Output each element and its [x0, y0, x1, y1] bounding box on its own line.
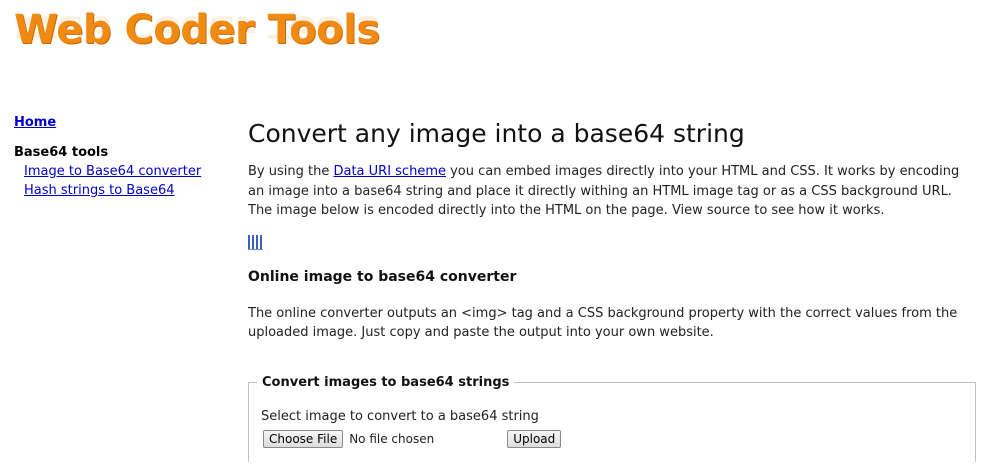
sidebar-section-heading: Base64 tools — [14, 145, 109, 160]
file-select-label: Select image to convert to a base64 stri… — [261, 409, 539, 424]
sidebar-link-hash-strings[interactable]: Hash strings to Base64 — [24, 181, 234, 200]
intro-text-start: By using the — [248, 164, 334, 179]
embedded-sample-image — [248, 232, 978, 250]
page-title: Convert any image into a base64 string — [248, 119, 745, 148]
site-logo: Web Coder Tools Web Coder Tools — [14, 6, 380, 88]
upload-button[interactable]: Upload — [507, 430, 562, 448]
home-link[interactable]: Home — [14, 114, 234, 132]
sidebar-nav: Home Base64 tools Image to Base64 conver… — [14, 114, 234, 200]
logo-text: Web Coder Tools — [14, 7, 380, 53]
intro-paragraph: By using the Data URI scheme you can emb… — [248, 162, 978, 221]
sidebar-link-image-to-base64[interactable]: Image to Base64 converter — [24, 162, 234, 181]
choose-file-button[interactable]: Choose File — [263, 430, 344, 448]
converter-legend: Convert images to base64 strings — [257, 375, 515, 391]
embedded-image-icon — [248, 234, 263, 250]
sidebar-links: Image to Base64 converter Hash strings t… — [14, 162, 234, 200]
converter-heading: Online image to base64 converter — [248, 268, 517, 285]
main-content: Convert any image into a base64 string B… — [248, 114, 978, 342]
file-input-row: Choose File No file chosen Upload — [263, 430, 562, 448]
converter-fieldset: Convert images to base64 strings Select … — [248, 375, 976, 462]
converter-description: The online converter outputs an <img> ta… — [248, 305, 958, 340]
file-status-text: No file chosen — [349, 432, 435, 446]
data-uri-link[interactable]: Data URI scheme — [333, 164, 446, 179]
